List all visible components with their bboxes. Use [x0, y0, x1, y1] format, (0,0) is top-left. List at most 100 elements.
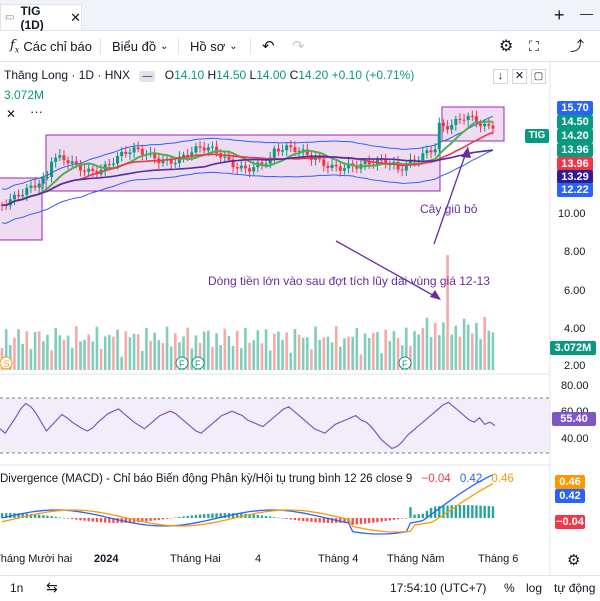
price-tick: 6.00	[564, 285, 586, 297]
macd-hist-bar	[268, 516, 272, 518]
volume-bar	[297, 334, 301, 370]
macd-hist-bar	[198, 514, 202, 518]
fullscreen-icon[interactable]: ⛶	[529, 31, 539, 61]
volume-bar	[211, 346, 214, 370]
hammer-annotation[interactable]: Cây giũ bỏ	[420, 202, 477, 216]
volume-bar	[79, 341, 82, 370]
candle-body	[330, 164, 334, 168]
volume-bar	[442, 322, 445, 370]
price-label: 12.22	[557, 183, 593, 197]
macd-hist-bar	[277, 517, 280, 519]
candle-body	[342, 168, 346, 171]
macd-hist-bar	[182, 516, 185, 518]
signal-line[interactable]	[1, 483, 494, 533]
candle-body	[66, 160, 70, 164]
macd-hist-bar	[396, 518, 400, 520]
interval-button[interactable]: 1n	[10, 581, 23, 595]
chart-canvas[interactable]: S F F F	[0, 60, 600, 575]
candle-body	[454, 118, 458, 125]
macd-hist-bar	[46, 515, 49, 518]
candle-body	[116, 156, 120, 164]
price-tick: 10.00	[558, 208, 586, 220]
macd-hist-bar	[264, 516, 268, 518]
candle-body	[425, 150, 429, 154]
macd-hist-bar	[62, 517, 66, 519]
profile-label: Hồ sơ	[190, 38, 226, 54]
volume-bar	[347, 336, 350, 370]
volume-bar	[112, 336, 115, 370]
candle-body	[470, 115, 474, 117]
candle-body	[17, 194, 21, 197]
volume-bar	[392, 331, 396, 370]
price-label: 13.29	[557, 170, 593, 184]
macd-hist-bar	[301, 518, 305, 522]
annotation-arrow[interactable]	[335, 240, 439, 299]
svg-text:F: F	[402, 359, 408, 369]
macd-hist-bar	[359, 518, 363, 525]
macd-hist-bar	[462, 505, 466, 518]
svg-text:S: S	[4, 359, 10, 369]
share-icon[interactable]: ⤴	[570, 31, 584, 61]
macd-hist-bar	[372, 518, 375, 523]
volume-bar	[355, 328, 359, 370]
volume-bar	[339, 346, 342, 370]
volume-bar	[343, 338, 346, 370]
volume-bar	[62, 339, 66, 370]
macd-hist-bar	[479, 505, 482, 518]
settings-icon[interactable]: ⚙	[567, 551, 580, 569]
volume-bar	[372, 332, 375, 370]
candle-body	[25, 187, 29, 195]
volume-bar	[46, 334, 49, 370]
clock-label[interactable]: 17:54:10 (UTC+7)	[390, 581, 486, 595]
time-axis[interactable]: Tháng Mười hai 2024 Tháng Hai 4 Tháng 4 …	[0, 553, 550, 569]
chevron-down-icon: ⌄	[229, 40, 238, 52]
volume-bar	[458, 336, 462, 370]
volume-bar	[169, 346, 173, 370]
volume-bar	[145, 327, 148, 370]
close-icon[interactable]: ✕	[70, 10, 81, 26]
profile-button[interactable]: Hồ sơ ⌄	[190, 31, 238, 61]
settings-icon[interactable]: ⚙	[499, 31, 513, 61]
macd-hist-bar	[458, 505, 462, 518]
volume-bar	[446, 255, 449, 370]
macd-label[interactable]: Divergence (MACD) - Chỉ báo Biến động Ph…	[0, 473, 412, 485]
volume-bar	[301, 337, 305, 370]
macd-hist-bar	[285, 518, 288, 519]
volume-bar	[128, 337, 132, 370]
toolbar: fx Các chỉ báo Biểu đồ ⌄ Hồ sơ ⌄ ↶ ↷ ⚙ ⛶…	[0, 31, 600, 62]
compare-icon[interactable]: ⇆	[46, 579, 58, 596]
macd-hist-bar	[273, 517, 276, 518]
macd-hist-bar	[293, 518, 297, 521]
undo-icon[interactable]: ↶	[262, 31, 275, 61]
money-flow-annotation[interactable]: Dòng tiền lớn vào sau đợt tích lũy dài v…	[208, 274, 490, 288]
chart-type-button[interactable]: Biểu đồ ⌄	[112, 31, 168, 61]
percent-toggle[interactable]: %	[504, 581, 515, 595]
volume-bar	[75, 326, 78, 370]
macd-hist-bar	[466, 505, 470, 518]
macd-hist-bar	[186, 515, 189, 518]
log-toggle[interactable]: log	[526, 581, 542, 595]
candle-body	[91, 168, 95, 171]
candle-body	[128, 152, 132, 155]
redo-icon[interactable]: ↷	[292, 31, 305, 61]
macd-hist-bar	[66, 518, 70, 519]
macd-hist-bar	[70, 518, 74, 520]
macd-hist-bar	[289, 518, 293, 520]
chart-tab[interactable]: ▭ TIG (1D) ✕	[0, 4, 82, 32]
candle-body	[87, 168, 91, 172]
volume-bar	[87, 334, 90, 370]
minimize-icon[interactable]: —	[580, 6, 593, 21]
indicators-button[interactable]: fx Các chỉ báo	[10, 31, 92, 61]
volume-bar	[462, 318, 466, 370]
volume-bar	[50, 350, 53, 370]
new-tab-icon[interactable]: +	[554, 5, 565, 26]
volume-bar	[99, 348, 103, 370]
rsi-value-badge: 55.40	[552, 412, 596, 426]
auto-toggle[interactable]: tự động	[554, 581, 595, 595]
macd-hist-bar	[58, 517, 62, 518]
macd-hist-bar	[207, 513, 210, 518]
candle-body	[450, 124, 454, 130]
volume-bar	[384, 329, 387, 370]
volume-bar	[165, 326, 169, 370]
time-label: 2024	[94, 553, 119, 565]
